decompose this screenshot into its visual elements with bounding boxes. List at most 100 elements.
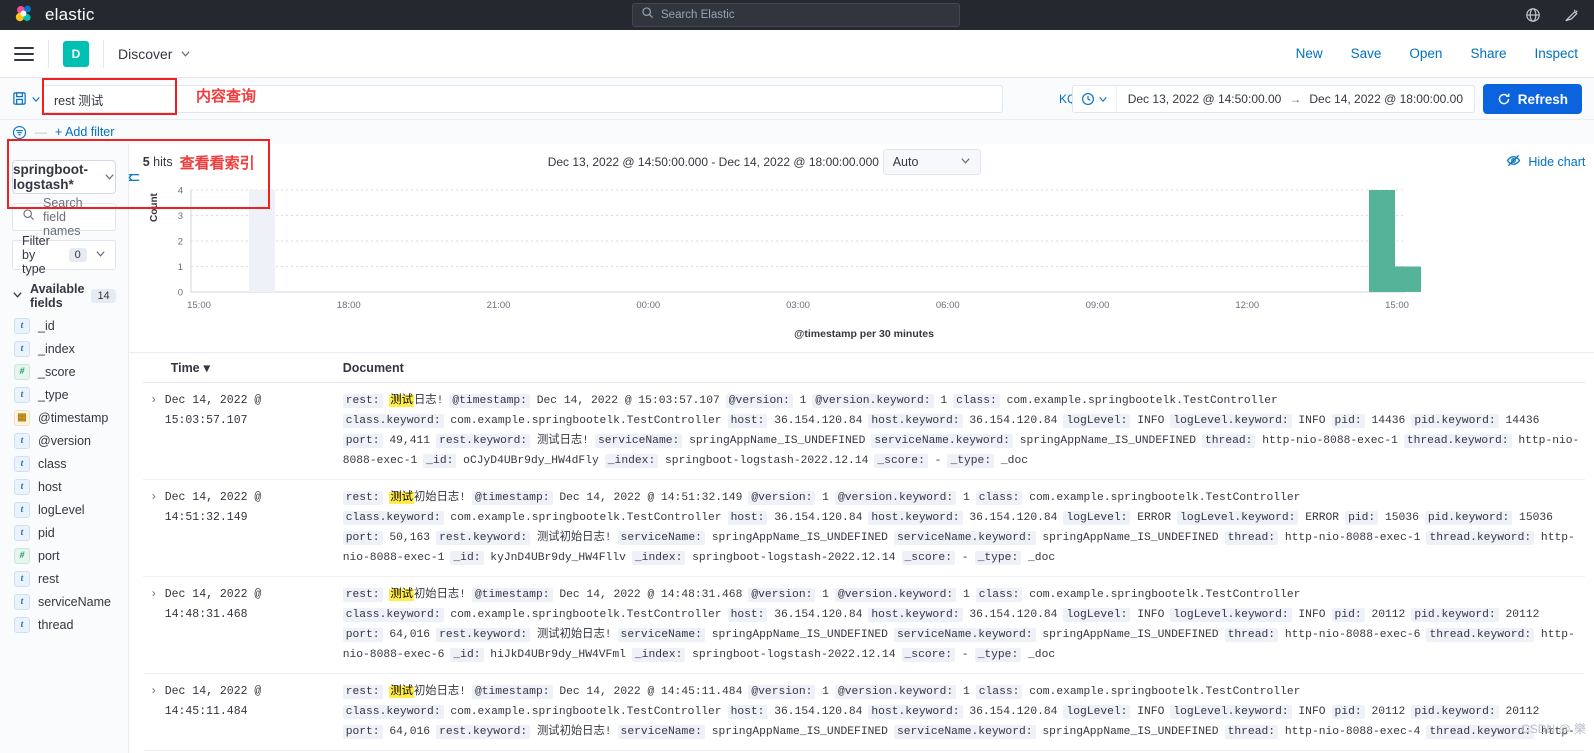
histogram-chart[interactable]: Count 0 1 2 3 4 15:00 18:00 21:00 00:00 03:00 06:0… (143, 180, 1586, 328)
breadcrumb[interactable]: Discover (118, 46, 191, 62)
search-highlight: 测试 (389, 395, 414, 407)
document-field: host.keyword: 36.154.120.84 (868, 608, 1057, 622)
field-item-timestamp[interactable]: ▦ @timestamp (12, 406, 116, 429)
index-annotation-text: 查看看索引 (179, 153, 255, 172)
sort-arrow-icon[interactable]: ▾ (204, 360, 210, 375)
index-pattern-selector[interactable]: springboot-logstash* (12, 160, 116, 194)
table-row[interactable]: › Dec 14, 2022 @ 14:48:31.468 rest: 测试初始日志… (142, 577, 1586, 674)
table-row[interactable]: › Dec 14, 2022 @ 14:45:11.484 rest: 测试初始日志… (142, 674, 1586, 751)
expand-row-icon[interactable]: › (143, 391, 165, 471)
available-fields-header[interactable]: Available fields 14 (12, 282, 116, 310)
documents-row-container: › Dec 14, 2022 @ 15:03:57.107 rest: 测试日志! @… (142, 383, 1586, 751)
field-item-host[interactable]: t host (12, 475, 116, 498)
globe-icon[interactable] (1525, 7, 1541, 23)
nav-link-save[interactable]: Save (1351, 46, 1382, 61)
table-row[interactable]: › Dec 14, 2022 @ 14:51:32.149 rest: 测试初始日志… (142, 480, 1586, 577)
field-item-logLevel[interactable]: t logLevel (12, 498, 116, 521)
date-quick-menu-button[interactable] (1073, 86, 1117, 112)
field-item-rest[interactable]: t rest (12, 567, 116, 590)
field-item-port[interactable]: # port (12, 544, 116, 567)
date-field-type-icon: ▦ (14, 409, 30, 426)
document-field-key: @timestamp: (449, 394, 530, 408)
string-field-type-icon: t (14, 616, 30, 633)
nav-link-inspect[interactable]: Inspect (1534, 46, 1578, 61)
histogram-bar[interactable] (1368, 190, 1395, 292)
chevron-down-icon[interactable] (180, 46, 191, 62)
document-field: 8088-exec-1 (343, 455, 418, 467)
document-field: nio-8088-exec-1 (343, 552, 445, 564)
document-field: pid.keyword: 14436 (1411, 414, 1539, 428)
field-item-id[interactable]: t _id (12, 314, 116, 337)
row-document-line: class.keyword: com.example.springbootelk… (342, 411, 1586, 431)
interval-dropdown[interactable]: Auto (882, 149, 981, 175)
document-field-key: serviceName.keyword: (893, 531, 1036, 545)
document-field-value: http-nio-8088-exec-6 (1284, 629, 1421, 641)
refresh-button[interactable]: Refresh (1482, 84, 1582, 114)
field-item-class[interactable]: t class (12, 452, 116, 475)
elastic-brand[interactable]: elastic (14, 4, 95, 26)
histogram-svg: 0 1 2 3 4 15:00 18:00 21:00 00:00 03:00 06:00 09:00… (177, 186, 1421, 311)
nav-link-share[interactable]: Share (1470, 46, 1506, 61)
filter-icon[interactable] (12, 125, 27, 140)
collapse-sidebar-icon[interactable] (127, 170, 142, 190)
document-field-key: rest: (342, 491, 383, 505)
document-field-value: springAppName_IS_UNDEFINED (711, 726, 888, 738)
document-field-key: pid.keyword: (1411, 414, 1499, 428)
histogram-bar[interactable] (1394, 266, 1421, 293)
field-item-score[interactable]: # _score (12, 360, 116, 383)
document-field-value: 测试日志! (536, 435, 589, 447)
expand-row-icon[interactable]: › (143, 488, 165, 568)
document-field: _type: _doc (947, 454, 1028, 468)
field-item-thread[interactable]: t thread (12, 613, 116, 636)
app-nav-bar: D Discover New Save Open Share Inspect (0, 30, 1594, 78)
document-field-key: logLevel: (1063, 608, 1131, 622)
document-field-key: rest: (342, 685, 383, 699)
string-field-type-icon: t (14, 524, 30, 541)
field-item-serviceName[interactable]: t serviceName (12, 590, 116, 613)
row-document-line: class.keyword: com.example.springbootelk… (342, 605, 1586, 625)
document-field-key: logLevel.keyword: (1170, 414, 1292, 428)
document-field: pid: 15036 (1345, 511, 1419, 525)
document-field-key: port: (342, 725, 383, 739)
document-field-key: port: (342, 628, 383, 642)
field-item-pid[interactable]: t pid (12, 521, 116, 544)
field-search-input[interactable]: Search field names (12, 196, 116, 238)
nav-link-new[interactable]: New (1296, 46, 1323, 61)
row-document: rest: 测试初始日志! @timestamp: Dec 14, 2022 @ … (342, 682, 1586, 742)
document-field: port: 64,016 (342, 628, 430, 642)
document-field-value: 36.154.120.84 (774, 415, 863, 427)
column-header-time[interactable]: Time ▾ (143, 360, 343, 376)
field-item-index[interactable]: t _index (12, 337, 116, 360)
document-field: serviceName: springAppName_IS_UNDEFINED (617, 725, 888, 739)
field-list: t _id t _index # _score t _type ▦ @timestamp t @ver… (12, 314, 116, 636)
interval-value: Auto (892, 155, 919, 169)
document-field: @timestamp: Dec 14, 2022 @ 14:51:32.149 (471, 491, 742, 505)
add-filter-button[interactable]: + Add filter (55, 125, 114, 139)
saved-query-button[interactable] (12, 91, 41, 106)
document-field-key: @version.keyword: (812, 394, 934, 408)
svg-text:00:00: 00:00 (636, 300, 660, 311)
query-input[interactable]: rest 测试 (43, 85, 1003, 113)
document-field-value: http-nio-8088-exec-1 (1262, 435, 1398, 447)
document-field: pid.keyword: 20112 (1411, 608, 1539, 622)
menu-toggle-icon[interactable] (14, 46, 34, 61)
global-search-input[interactable]: Search Elastic (632, 3, 960, 27)
field-item-type[interactable]: t _type (12, 383, 116, 406)
document-field: nio-8088-exec-6 (343, 649, 445, 661)
document-field: thread: http-nio-8088-exec-1 (1224, 531, 1420, 545)
kibana-discover-app: elastic Search Elastic D Discover New Sa… (0, 0, 1594, 753)
expand-row-icon[interactable]: › (143, 682, 165, 742)
nav-link-open[interactable]: Open (1409, 46, 1442, 61)
field-item-version[interactable]: t @version (12, 429, 116, 452)
date-range-values[interactable]: Dec 13, 2022 @ 14:50:00.00 → Dec 14, 202… (1117, 86, 1474, 112)
document-field-value: com.example.springbootelk.TestController (1029, 589, 1301, 601)
documents-table: Time ▾ Document › Dec 14, 2022 @ 15:03:57… (129, 353, 1594, 753)
document-field-key: class.keyword: (342, 705, 444, 719)
hide-chart-button[interactable]: Hide chart (1506, 153, 1585, 171)
table-row[interactable]: › Dec 14, 2022 @ 15:03:57.107 rest: 测试日志! @… (142, 383, 1586, 480)
document-field: host.keyword: 36.154.120.84 (868, 414, 1057, 428)
filter-by-type-dropdown[interactable]: Filter by type 0 (12, 234, 116, 276)
document-field-key: thread.keyword: (1426, 628, 1535, 642)
announcement-icon[interactable] (1563, 7, 1580, 24)
expand-row-icon[interactable]: › (143, 585, 165, 665)
